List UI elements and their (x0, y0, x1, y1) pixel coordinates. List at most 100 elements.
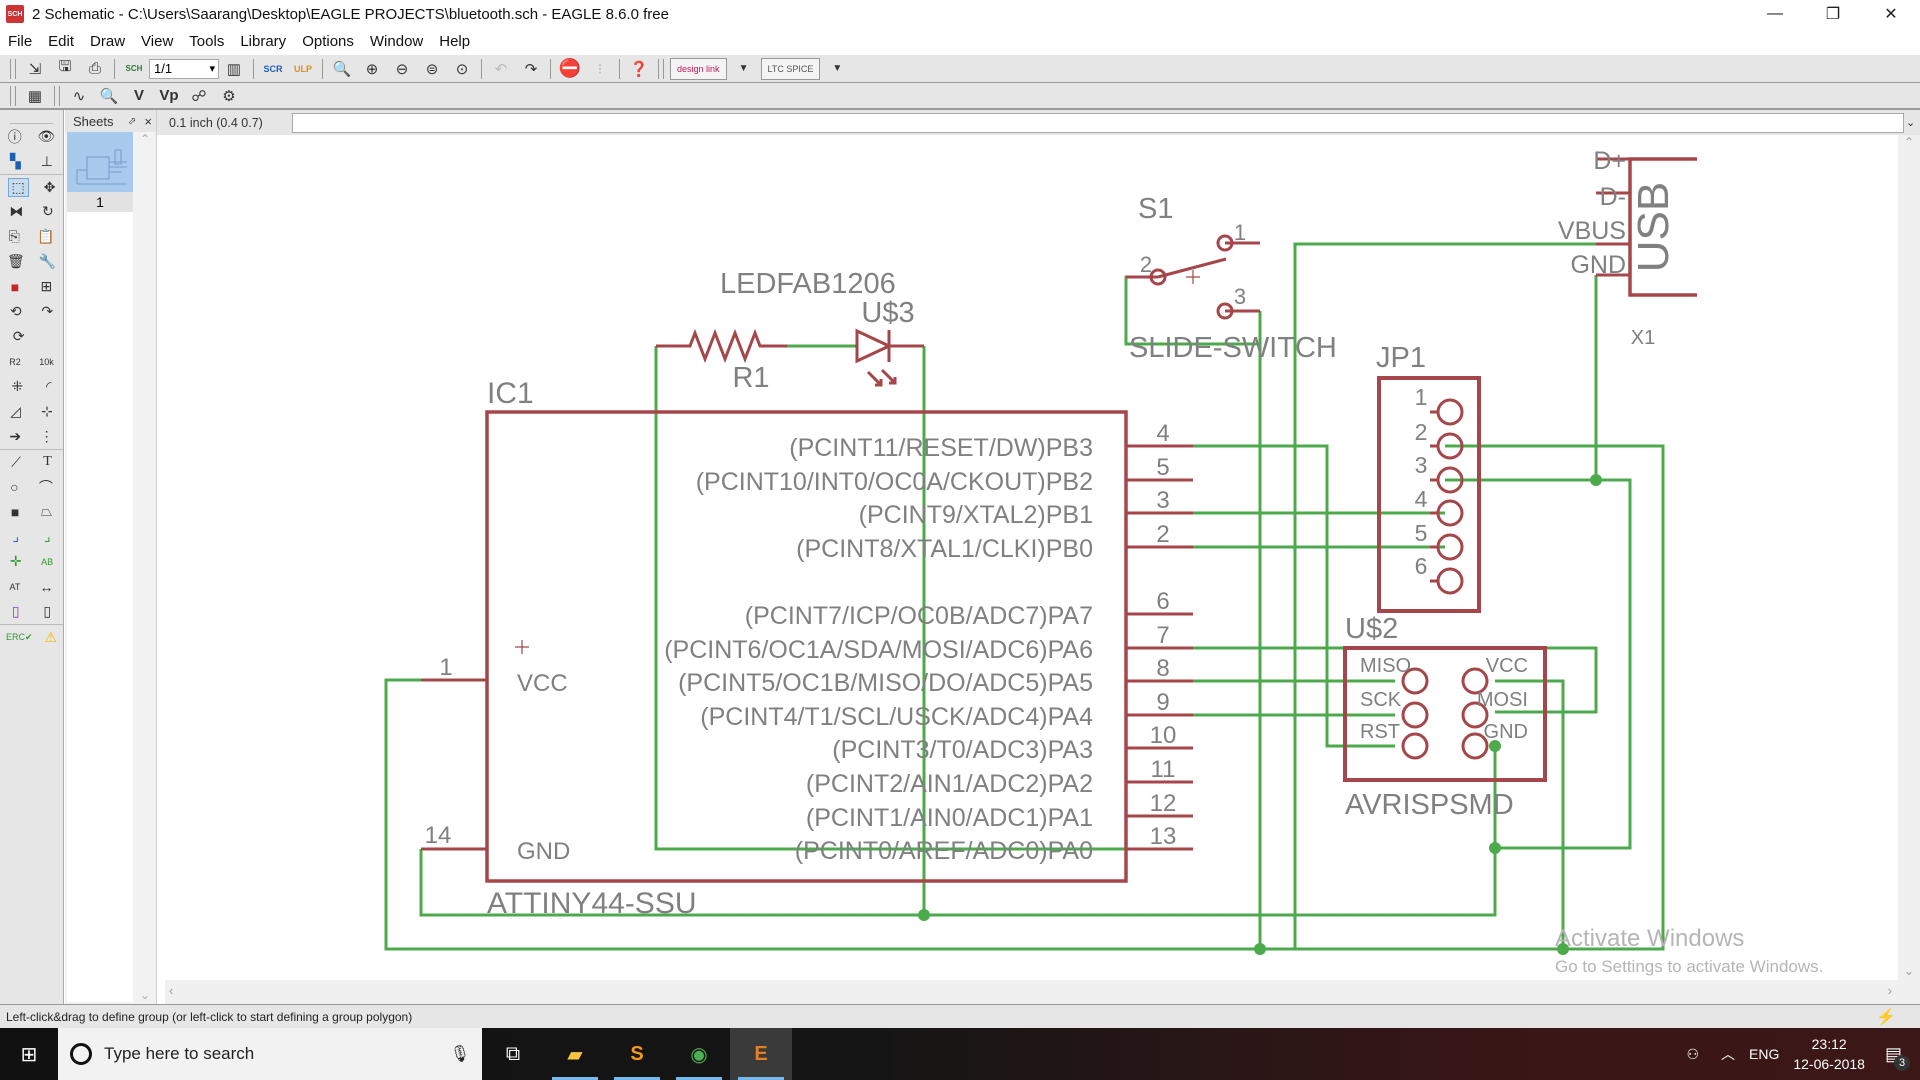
layer-icon[interactable]: ▚ (10, 153, 21, 170)
zoom-select-icon[interactable]: ⊜ (419, 57, 445, 81)
net-classes-icon[interactable]: ∿ (66, 84, 92, 108)
print-icon[interactable]: ⎙ (82, 57, 108, 81)
info-icon[interactable]: ⓘ (8, 127, 22, 147)
port-icon[interactable]: ▯ (43, 603, 51, 620)
stop-icon[interactable]: ⛔ (557, 57, 583, 81)
menu-options[interactable]: Options (294, 33, 362, 50)
open-icon[interactable]: ⇲ (22, 57, 48, 81)
scroll-down-icon[interactable]: ⌄ (1898, 964, 1920, 978)
windows-start-icon[interactable]: ⊞ (0, 1028, 58, 1080)
schematic-drawing[interactable]: IC1ATTINY44-SSUVCCGND114(PCINT11/RESET/D… (165, 135, 1898, 980)
settings-icon[interactable]: ⚙ (216, 84, 242, 108)
panel-grip[interactable] (10, 110, 53, 124)
menu-edit[interactable]: Edit (40, 33, 82, 50)
design-link-button[interactable]: design link (670, 57, 727, 80)
module-icon[interactable]: ▯ (12, 603, 20, 620)
value-label-icon[interactable]: 10k (39, 357, 54, 367)
command-input[interactable] (292, 112, 1904, 133)
layers-icon[interactable]: ▥ (221, 57, 247, 81)
add-icon[interactable]: ■ (11, 279, 19, 295)
schematic-canvas[interactable]: IC1 ATTINY44-SSU VCC GND 1 14 (PCINT11/RESET/D… (165, 135, 1898, 980)
undo-icon[interactable]: ↶ (488, 57, 514, 81)
sheet-thumbnail[interactable] (67, 132, 133, 192)
ltspice-button[interactable]: LTC SPICE (760, 57, 821, 80)
toolbar-grip[interactable] (658, 58, 664, 79)
menu-file[interactable]: File (0, 33, 40, 50)
zoom-redraw-icon[interactable]: ⊙ (449, 57, 475, 81)
tray-overflow-icon[interactable]: ︿ (1721, 1044, 1735, 1064)
pinswap-icon[interactable]: ☍ (186, 84, 212, 108)
junction-icon[interactable]: ✛ (10, 553, 22, 570)
ltspice-dropdown-icon[interactable]: ▼ (824, 57, 850, 81)
menu-help[interactable]: Help (431, 33, 478, 50)
taskbar-search[interactable]: Type here to search 🎙 (58, 1028, 482, 1080)
menu-library[interactable]: Library (232, 33, 294, 50)
mark-icon[interactable]: ⊥ (41, 153, 53, 170)
scroll-up-icon[interactable]: ⌃ (1898, 135, 1920, 149)
label-icon[interactable]: AB (41, 557, 53, 567)
microphone-icon[interactable]: 🎙 (450, 1044, 470, 1064)
mirror-icon[interactable]: ⧓ (9, 203, 23, 220)
command-history-dropdown-icon[interactable]: ⌄ (1906, 116, 1920, 129)
attribute-icon[interactable]: AT (10, 582, 21, 592)
delete-icon[interactable]: 🗑 (7, 253, 25, 270)
split-icon[interactable]: ◿ (10, 403, 21, 420)
language-indicator[interactable]: ENG (1749, 1046, 1779, 1062)
sheets-close-button[interactable]: × (144, 114, 152, 129)
script-icon[interactable]: SCR (260, 57, 286, 81)
chrome-icon[interactable]: ◉ (668, 1028, 730, 1080)
warning-icon[interactable]: ⚠ (44, 629, 57, 646)
help-icon[interactable]: ❓ (626, 57, 652, 81)
eye-icon[interactable]: 👁 (37, 128, 55, 145)
menu-view[interactable]: View (133, 33, 181, 50)
route-icon[interactable]: ➔ (9, 428, 21, 445)
optimize-icon[interactable]: ⊹ (41, 403, 53, 420)
grid-icon[interactable]: ▦ (22, 84, 48, 108)
sheet-item[interactable]: 1 (67, 132, 133, 212)
go-icon[interactable]: ⁝ (587, 57, 613, 81)
value-icon[interactable]: V (126, 84, 152, 108)
save-icon[interactable]: 🖫 (52, 57, 78, 81)
design-link-dropdown-icon[interactable]: ▼ (731, 57, 757, 81)
ulp-icon[interactable]: ULP (290, 57, 316, 81)
move-icon[interactable]: ✥ (44, 179, 56, 196)
erc-icon[interactable]: ERC✔ (6, 632, 33, 643)
horizontal-scrollbar[interactable]: ‹ › (165, 980, 1920, 1004)
zoom-in-icon[interactable]: ⊕ (359, 57, 385, 81)
sheets-float-button[interactable]: ⬀ (128, 116, 136, 127)
maximize-button[interactable]: ❐ (1804, 0, 1862, 28)
zoom-out-icon[interactable]: ⊖ (389, 57, 415, 81)
bus-icon[interactable]: ⌟ (12, 528, 19, 545)
toolbar-grip[interactable] (10, 58, 16, 79)
pin-swap-icon[interactable]: ⟳ (13, 328, 25, 345)
dimension-icon[interactable]: ↔ (39, 579, 53, 595)
eagle-icon[interactable]: E (730, 1028, 792, 1080)
net-icon[interactable]: ⌟ (44, 528, 51, 545)
miter-icon[interactable]: ◜ (46, 378, 51, 395)
group-select-icon[interactable]: ⬚ (7, 177, 29, 197)
line-icon[interactable]: ⟋ (11, 454, 21, 471)
circle-icon[interactable]: ○ (10, 479, 18, 495)
polygon-icon[interactable]: ⏢ (41, 503, 52, 520)
menu-draw[interactable]: Draw (82, 33, 133, 50)
menu-tools[interactable]: Tools (181, 33, 232, 50)
close-button[interactable]: ✕ (1862, 0, 1920, 28)
paste-icon[interactable]: 📋 (37, 228, 54, 245)
zoom-fit-icon[interactable]: 🔍 (329, 57, 355, 81)
redo-icon[interactable]: ↷ (518, 57, 544, 81)
gate-swap-icon[interactable]: ⟲ (10, 303, 22, 320)
vp-icon[interactable]: Vp (156, 84, 182, 108)
replace-icon[interactable]: ⊞ (41, 278, 53, 295)
arc-icon[interactable]: ⌒ (39, 477, 53, 497)
toolbar-grip[interactable] (10, 85, 16, 106)
highlight-icon[interactable]: 🔍 (96, 84, 122, 108)
toolbar-grip[interactable] (54, 85, 60, 106)
smash-icon[interactable]: ⁜ (11, 378, 23, 395)
people-icon[interactable]: ⚇ (1686, 1046, 1699, 1063)
rotate-icon[interactable]: ↻ (42, 203, 54, 220)
scroll-left-icon[interactable]: ‹ (169, 983, 173, 998)
copy-icon[interactable]: ⎘ (9, 228, 20, 245)
sheet-select[interactable]: 1/1 (149, 58, 219, 79)
menu-window[interactable]: Window (362, 33, 431, 50)
vertical-scrollbar[interactable]: ⌃ ⌄ (1898, 135, 1920, 980)
